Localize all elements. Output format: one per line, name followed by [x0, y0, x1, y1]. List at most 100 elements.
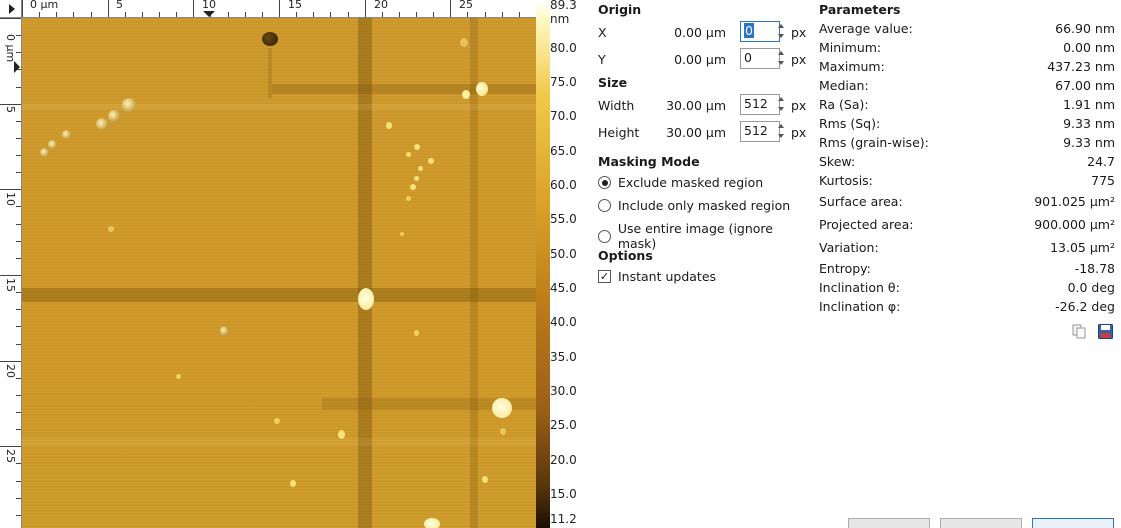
dialog-button[interactable] — [848, 518, 930, 528]
particle — [62, 130, 71, 139]
instant-updates-label: Instant updates — [618, 269, 717, 284]
radio-button[interactable] — [598, 176, 611, 189]
origin-heading: Origin — [598, 2, 642, 17]
particle — [476, 82, 488, 96]
scale-label: 50.0 — [550, 247, 577, 261]
param-label: Skew: — [819, 154, 856, 169]
dark-band — [22, 288, 536, 302]
param-value: -18.78 — [1074, 261, 1115, 276]
origin-x-spinner[interactable] — [776, 21, 786, 42]
param-label: Rms (grain-wise): — [819, 135, 929, 150]
scale-label: 30.0 — [550, 384, 577, 398]
param-label: Inclination φ: — [819, 299, 901, 314]
particle — [406, 196, 411, 201]
particle — [414, 330, 419, 336]
particle — [262, 32, 278, 46]
origin-y-px-input[interactable]: 0 — [740, 48, 780, 69]
radio-include-masked[interactable]: Include only masked region — [598, 198, 790, 213]
checkbox[interactable]: ✓ — [598, 270, 611, 283]
param-value: 24.7 — [1087, 154, 1115, 169]
scale-label: 70.0 — [550, 109, 577, 123]
param-value: 13.05 µm² — [1050, 240, 1115, 255]
topography-image[interactable] — [22, 18, 536, 528]
width-value: 30.00 µm — [666, 98, 726, 113]
dark-band — [272, 84, 536, 94]
radio-button[interactable] — [598, 229, 611, 243]
color-scale-labels: 89.3 nm 80.0 75.0 70.0 65.0 60.0 55.0 50… — [550, 0, 590, 528]
height-px-input[interactable]: 512 — [740, 121, 780, 142]
copy-icon[interactable] — [1072, 324, 1087, 339]
instant-updates-checkbox[interactable]: ✓ Instant updates — [598, 269, 716, 284]
scale-label: 55.0 — [550, 212, 577, 226]
particle — [274, 418, 280, 424]
scale-label: 20.0 — [550, 453, 577, 467]
particle — [40, 148, 49, 157]
param-label: Average value: — [819, 21, 913, 36]
origin-y-unit: px — [791, 52, 807, 67]
param-value: 9.33 nm — [1063, 116, 1115, 131]
settings-panel: Origin X 0.00 µm 0 px Y 0.00 µm 0 px Siz… — [592, 0, 812, 528]
particle — [358, 288, 374, 310]
scale-label: 75.0 — [550, 75, 577, 89]
particle — [48, 140, 57, 149]
param-label: Inclination θ: — [819, 280, 900, 295]
radio-exclude-masked[interactable]: Exclude masked region — [598, 175, 763, 190]
scale-label: 80.0 — [550, 41, 577, 55]
particle — [410, 184, 416, 190]
particle — [492, 398, 512, 418]
param-value: 900.000 µm² — [1034, 217, 1115, 232]
param-label: Projected area: — [819, 217, 914, 232]
param-label: Variation: — [819, 240, 879, 255]
parameters-heading: Parameters — [819, 2, 901, 17]
param-value: 0.00 nm — [1063, 40, 1115, 55]
param-label: Surface area: — [819, 194, 903, 209]
light-band — [22, 438, 536, 446]
origin-x-px-input[interactable]: 0 — [740, 21, 780, 42]
particle — [482, 476, 488, 483]
scale-label: 35.0 — [550, 350, 577, 364]
scale-label: 15.0 — [550, 487, 577, 501]
scale-label: 60.0 — [550, 178, 577, 192]
param-label: Rms (Sq): — [819, 116, 881, 131]
particle — [176, 374, 181, 379]
dialog-button[interactable] — [1032, 518, 1114, 528]
horizontal-ruler: 0 µm 5 10 15 20 25 — [22, 0, 536, 18]
particle — [122, 98, 136, 112]
options-heading: Options — [598, 248, 653, 263]
save-icon[interactable] — [1098, 324, 1113, 339]
dark-band — [358, 18, 372, 528]
scale-label: 11.2 — [550, 512, 577, 526]
particle — [400, 232, 404, 236]
origin-y-spinner[interactable] — [776, 48, 786, 69]
particle — [108, 110, 120, 122]
scale-label: 45.0 — [550, 281, 577, 295]
radio-entire-image[interactable]: Use entire image (ignore mask) — [598, 221, 812, 251]
origin-y-label: Y — [598, 52, 606, 67]
dialog-button[interactable] — [940, 518, 1022, 528]
param-value: 901.025 µm² — [1034, 194, 1115, 209]
masking-heading: Masking Mode — [598, 154, 700, 169]
radio-label: Use entire image (ignore mask) — [617, 221, 773, 251]
width-px-input[interactable]: 512 — [740, 94, 780, 115]
param-label: Entropy: — [819, 261, 871, 276]
origin-x-value: 0.00 µm — [674, 25, 726, 40]
param-label: Ra (Sa): — [819, 97, 869, 112]
particle — [462, 90, 470, 99]
image-view: 0 µm 5 10 15 20 25 0 µm 5 10 15 20 25 89… — [0, 0, 590, 528]
scale-label: 40.0 — [550, 315, 577, 329]
origin-y-px-value: 0 — [744, 50, 752, 65]
radio-label: Include only masked region — [618, 198, 791, 213]
particle — [418, 166, 423, 171]
param-value: 9.33 nm — [1063, 135, 1115, 150]
particle — [338, 430, 345, 439]
dark-band — [470, 18, 478, 528]
width-spinner[interactable] — [776, 94, 786, 115]
scale-label: 25.0 — [550, 418, 577, 432]
ruler-corner — [0, 0, 22, 18]
height-spinner[interactable] — [776, 121, 786, 142]
light-band — [22, 104, 536, 110]
width-unit: px — [791, 98, 807, 113]
particle — [424, 518, 440, 528]
param-value: 775 — [1091, 173, 1115, 188]
radio-button[interactable] — [598, 199, 611, 212]
